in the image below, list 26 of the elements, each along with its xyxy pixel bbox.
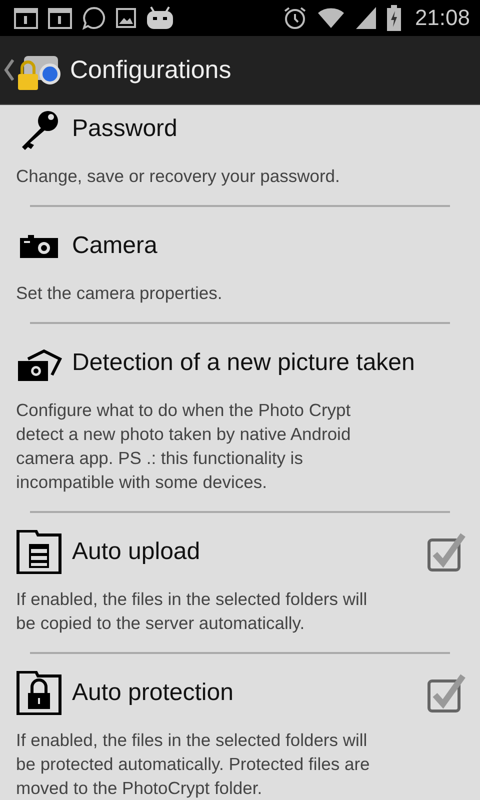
setting-description: Configure what to do when the Photo Crypt detect a new photo taken by native Android camera app. PS .: this functionality is incompatible with some devices. (16, 399, 352, 494)
image-icon (116, 8, 136, 28)
alarm-clock-icon (282, 6, 307, 30)
signal-icon (354, 6, 377, 30)
setting-title[interactable]: Password (72, 115, 464, 143)
calendar-icon (14, 7, 38, 30)
screen-title: Configurations (70, 56, 232, 85)
clock-time: 21:08 (414, 5, 470, 32)
wifi-icon (316, 7, 345, 30)
robot-icon (146, 6, 174, 30)
calendar-icon (48, 7, 72, 30)
battery-icon (386, 5, 401, 32)
setting-title[interactable]: Auto protection (72, 679, 416, 707)
back-caret-icon[interactable] (4, 59, 14, 82)
setting-title[interactable]: Camera (72, 232, 464, 260)
setting-description: If enabled, the files in the selected folders will be protected automatically. Protected files are moved to the PhotoCrypt folder. (16, 729, 371, 800)
setting-description: If enabled, the files in the selected folders will be copied to the server automatically. (16, 588, 368, 635)
checkbox[interactable] (426, 532, 466, 572)
checkbox[interactable] (426, 673, 466, 713)
setting-description: Set the camera properties. (16, 282, 224, 305)
chat-bubble-icon (82, 6, 106, 30)
setting-title[interactable]: Detection of a new picture taken (72, 349, 464, 377)
server-folder-icon (16, 530, 62, 574)
lock-folder-icon (16, 671, 62, 715)
setting-description: Change, save or recovery your password. (16, 165, 341, 188)
setting-title[interactable]: Auto upload (72, 538, 416, 566)
